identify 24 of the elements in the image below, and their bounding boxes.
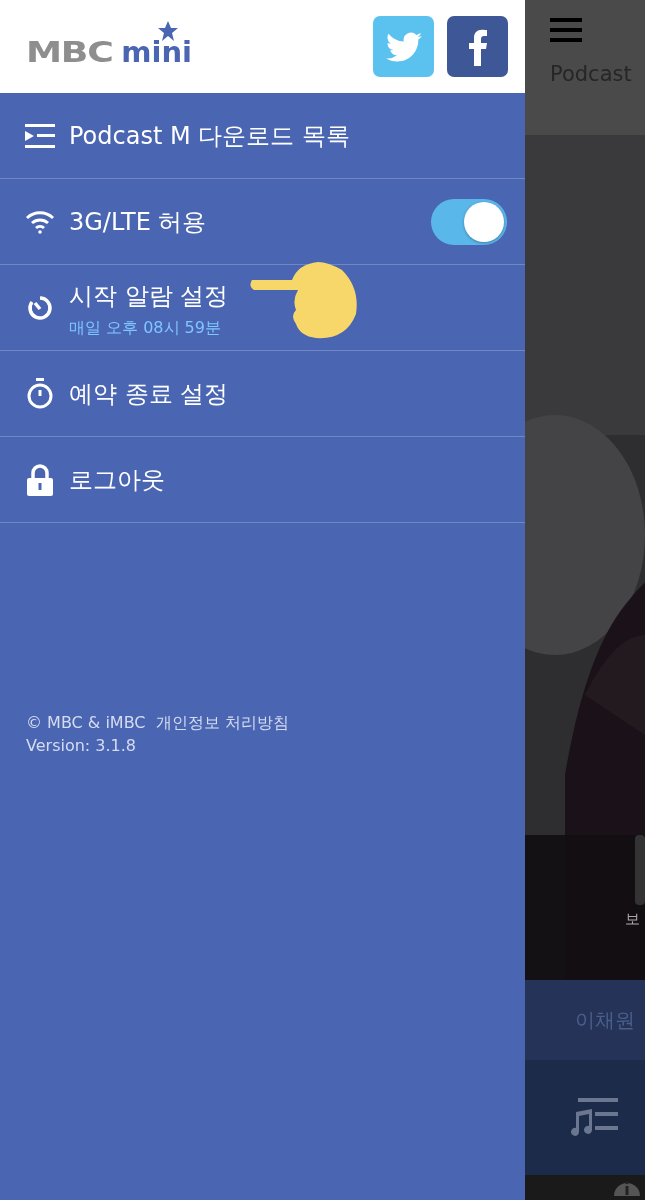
twitter-button[interactable] [373,16,434,77]
pointing-hand-icon [248,260,358,340]
music-list-icon[interactable] [570,1097,620,1138]
menu-item[interactable]: 로그아웃 [0,437,525,523]
facebook-button[interactable] [447,16,508,77]
menu-item[interactable]: 예약 종료 설정 [0,351,525,437]
star-icon [158,20,178,41]
copyright-text: © MBC & iMBC [26,713,146,734]
facebook-f-icon [467,27,488,66]
mbc-mini-logo: MBC mini [26,24,192,69]
menu-icon[interactable] [550,18,582,42]
wifi-icon [25,209,55,234]
menu-item[interactable]: 3G/LTE 허용 [0,179,525,265]
privacy-policy-link[interactable]: 개인정보 처리방침 [155,713,289,734]
stopwatch-icon [25,377,55,410]
bird-icon [385,31,422,62]
playlist-icon [25,123,55,148]
lock-icon [25,463,55,496]
timer-icon [25,293,55,322]
version-text: Version: 3.1.8 [26,736,138,755]
toggle-switch[interactable] [431,198,507,245]
menu-item[interactable]: 시작 알람 설정 매일 오후 08시 59분 [0,265,525,351]
menu-item[interactable]: Podcast M 다운로드 목록 [0,93,525,179]
caption-text: 보 [625,910,640,929]
